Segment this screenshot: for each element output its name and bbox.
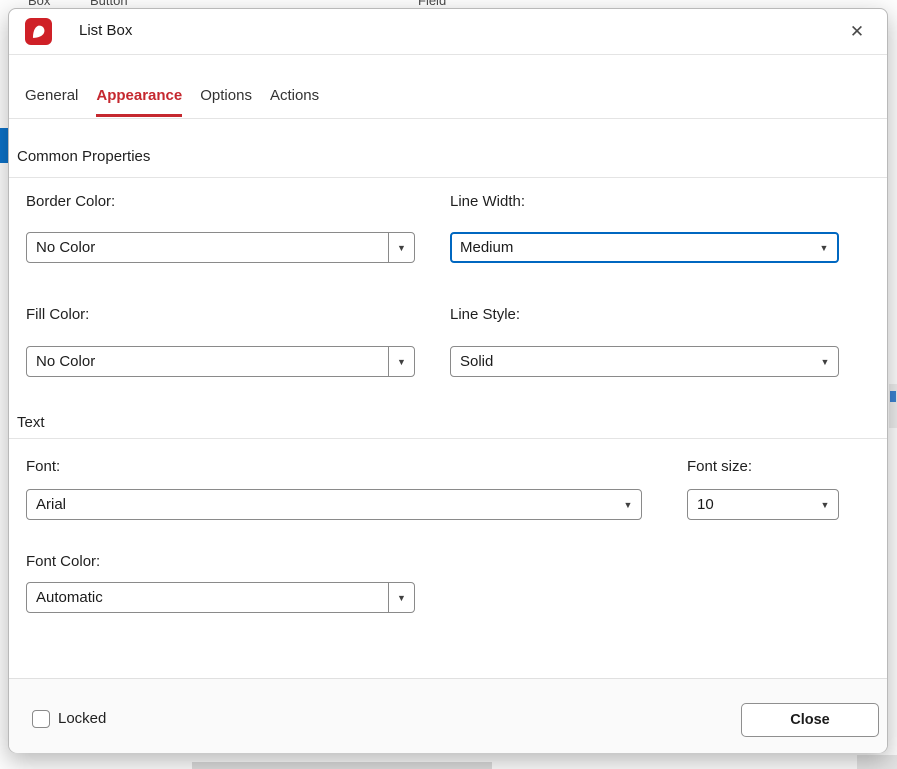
- border-color-label: Border Color:: [26, 193, 115, 210]
- acrobat-logo-glyph: [29, 22, 48, 41]
- background-bottom-band: [192, 762, 492, 769]
- line-width-combo[interactable]: Medium ▼: [450, 232, 839, 263]
- list-box-dialog: List Box ✕ General Appearance Options Ac…: [8, 8, 888, 753]
- font-combo[interactable]: Arial ▼: [26, 489, 642, 520]
- font-label: Font:: [26, 458, 60, 475]
- acrobat-app-icon: [25, 18, 52, 45]
- tab-bar: General Appearance Options Actions: [25, 87, 319, 117]
- chevron-down-icon: ▼: [812, 500, 838, 510]
- background-label-field: Field: [418, 0, 446, 8]
- tab-general[interactable]: General: [25, 87, 78, 117]
- fill-color-dropdown-button[interactable]: ▼: [388, 347, 414, 376]
- font-size-label: Font size:: [687, 458, 752, 475]
- close-icon[interactable]: ✕: [845, 20, 869, 44]
- border-color-dropdown-button[interactable]: ▼: [388, 233, 414, 262]
- dialog-titlebar: List Box ✕: [9, 9, 887, 54]
- section-text: Text: [17, 414, 45, 431]
- font-size-value: 10: [688, 496, 812, 513]
- line-width-label: Line Width:: [450, 193, 525, 210]
- tab-actions[interactable]: Actions: [270, 87, 319, 117]
- fill-color-label: Fill Color:: [26, 306, 89, 323]
- locked-checkbox[interactable]: [32, 710, 50, 728]
- chevron-down-icon: ▼: [397, 593, 406, 603]
- font-color-value: Automatic: [27, 589, 388, 606]
- chevron-down-icon: ▼: [397, 357, 406, 367]
- line-style-label: Line Style:: [450, 306, 520, 323]
- screen-background: Box Button Field List Box ✕ General Appe…: [0, 0, 897, 769]
- fill-color-value: No Color: [27, 353, 388, 370]
- font-value: Arial: [27, 496, 615, 513]
- background-bottom-corner: [857, 755, 897, 769]
- tab-appearance[interactable]: Appearance: [96, 87, 182, 117]
- dialog-title: List Box: [79, 22, 132, 39]
- line-style-combo[interactable]: Solid ▼: [450, 346, 839, 377]
- text-section-divider: [9, 438, 887, 439]
- common-section-divider: [9, 177, 887, 178]
- font-color-combo[interactable]: Automatic ▼: [26, 582, 415, 613]
- line-width-value: Medium: [452, 239, 811, 256]
- background-blue-highlight: [0, 128, 8, 163]
- locked-label: Locked: [58, 710, 106, 728]
- chevron-down-icon: ▼: [811, 243, 837, 253]
- section-common-properties: Common Properties: [17, 148, 150, 165]
- background-label-button: Button: [90, 0, 128, 8]
- chevron-down-icon: ▼: [397, 243, 406, 253]
- close-button[interactable]: Close: [741, 703, 879, 737]
- border-color-combo[interactable]: No Color ▼: [26, 232, 415, 263]
- font-color-dropdown-button[interactable]: ▼: [388, 583, 414, 612]
- background-label-box: Box: [28, 0, 50, 8]
- chevron-down-icon: ▼: [615, 500, 641, 510]
- border-color-value: No Color: [27, 239, 388, 256]
- line-style-value: Solid: [451, 353, 812, 370]
- tab-options[interactable]: Options: [200, 87, 252, 117]
- chevron-down-icon: ▼: [812, 357, 838, 367]
- background-scroll-marker: [890, 391, 896, 402]
- titlebar-divider: [9, 54, 887, 55]
- font-color-label: Font Color:: [26, 553, 100, 570]
- font-size-combo[interactable]: 10 ▼: [687, 489, 839, 520]
- fill-color-combo[interactable]: No Color ▼: [26, 346, 415, 377]
- tabbar-divider: [9, 118, 887, 119]
